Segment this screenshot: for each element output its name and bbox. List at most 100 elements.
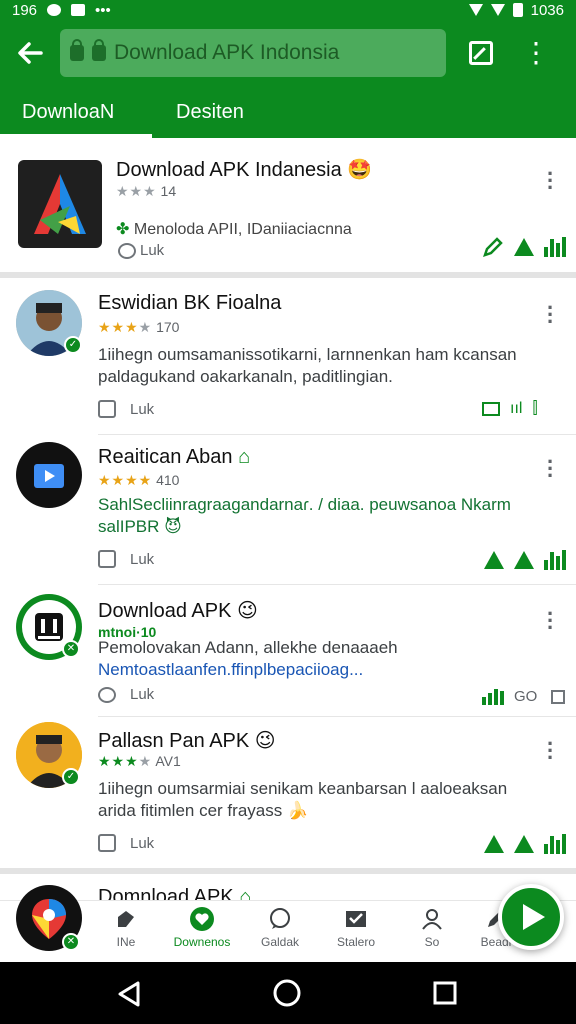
flag-icon[interactable] — [482, 402, 500, 416]
like-label[interactable]: Luk — [130, 835, 154, 852]
app-logo-icon — [34, 174, 86, 234]
featured-card[interactable]: Download APK Indanesia 🤩 ★★★ 14 ✤ Menolo… — [0, 138, 576, 272]
status-time: 196 — [12, 1, 38, 19]
bottom-navigation: ✕ INe Downenos Galdak Stalero So Beadi — [0, 885, 576, 962]
nav-item-store[interactable]: Stalero — [326, 907, 386, 949]
star-rating-icon: ★★★ — [116, 183, 157, 199]
system-home-icon[interactable] — [272, 978, 302, 1008]
item-rating: ★★★★ 170 — [98, 319, 180, 335]
person-icon — [422, 909, 442, 930]
puzzle-icon: ✤ — [116, 221, 130, 238]
count-label: GO — [514, 688, 538, 705]
list-item[interactable]: ✓ Eswidian BK Fioalna ★★★★ 170 1iihegn o… — [0, 278, 576, 434]
item-description: 1iihegn oumsamanissotikarni, larnnenkan … — [98, 345, 517, 386]
item-actions — [484, 834, 566, 854]
nav-item-profile[interactable]: So — [402, 907, 462, 949]
emoji-icon: 😉 — [254, 730, 276, 752]
lock-icon — [70, 39, 84, 61]
verified-badge-icon: ✓ — [62, 768, 80, 786]
system-recents-icon[interactable] — [432, 980, 458, 1006]
thumbs-up-icon[interactable] — [98, 834, 116, 852]
thumbs-up-icon[interactable] — [98, 400, 116, 418]
item-meta: Luk — [98, 400, 154, 418]
nav-item-chat[interactable]: Galdak — [250, 907, 310, 949]
nav-item-downloads[interactable]: Downenos — [172, 907, 232, 949]
item-rating: ★★★★ 410 — [98, 472, 180, 488]
system-navigation-bar — [0, 962, 576, 1024]
bars-icon[interactable]: ⫿ — [532, 400, 537, 418]
item-menu-button[interactable]: ... — [542, 445, 558, 481]
item-meta: Luk — [98, 834, 154, 852]
emoji-icon: 🍌 — [286, 801, 309, 820]
item-menu-button[interactable]: ... — [542, 727, 558, 763]
status-clock: 1036 — [530, 1, 564, 19]
emoji-icon: 🤩 — [347, 159, 373, 181]
verified-badge-icon: ✕ — [62, 933, 80, 951]
tab-bar: DownloaN Desiten — [0, 86, 576, 138]
like-label[interactable]: Luk — [130, 401, 154, 418]
inbox-icon — [346, 911, 366, 927]
featured-meta: Luk — [118, 242, 164, 259]
item-rating: ★★★★ AV1 — [98, 753, 181, 769]
overflow-menu-button[interactable]: ⋮ — [516, 39, 556, 67]
stats-icon[interactable] — [544, 237, 566, 257]
list-item[interactable]: ✕ Download APK 😉 mtnoi·10 Pemolovakan Ad… — [0, 584, 576, 716]
reply-label[interactable]: Luk — [140, 242, 164, 259]
comment-icon[interactable] — [98, 686, 116, 703]
item-description: 1iihegn oumsarmiai senikam keanbarsan l … — [98, 779, 508, 820]
boost-icon[interactable] — [514, 551, 534, 569]
home-icon: ⌂ — [238, 446, 251, 468]
tab-download[interactable]: DownloaN — [0, 86, 152, 138]
edit-button[interactable] — [446, 41, 516, 65]
like-label[interactable]: Luk — [130, 551, 154, 568]
stats-icon[interactable] — [544, 834, 566, 854]
upvote-icon[interactable] — [514, 238, 534, 256]
select-checkbox[interactable] — [551, 689, 566, 704]
item-description-line2: Nemtoastlaanfen.ffinplbepaciioag... — [98, 660, 364, 679]
list-item[interactable]: ✓ Pallasn Pan APK 😉 ★★★★ AV1 1iihegn oum… — [0, 716, 576, 868]
thumbs-up-icon[interactable] — [98, 550, 116, 568]
edit-pencil-icon[interactable] — [482, 236, 504, 258]
chat-bubble-icon — [270, 908, 290, 929]
verified-badge-icon: ✕ — [62, 640, 80, 658]
item-meta: Luk — [98, 686, 154, 703]
stats-icon[interactable] — [544, 550, 566, 570]
address-text: Download APK Indonsia — [114, 41, 340, 64]
featured-menu-button[interactable]: ... — [542, 157, 558, 193]
nav-item-home[interactable]: INe — [96, 907, 156, 949]
verified-badge-icon: ✓ — [64, 336, 82, 354]
item-actions — [484, 550, 566, 570]
star-rating-icon: ★★★ — [98, 753, 139, 769]
featured-subtitle: ✤ Menoloda APII, IDaniiaciacnna — [116, 221, 352, 238]
play-fab-button[interactable] — [498, 884, 564, 950]
featured-rating: ★★★ 14 — [116, 183, 177, 199]
featured-actions — [482, 236, 566, 258]
home-nav-icon — [118, 911, 134, 927]
upvote-icon[interactable] — [484, 835, 504, 853]
play-icon — [523, 904, 545, 930]
tab-design[interactable]: Desiten — [152, 86, 266, 138]
upvote-icon[interactable] — [484, 551, 504, 569]
like-label[interactable]: Luk — [130, 686, 154, 703]
item-menu-button[interactable]: ... — [542, 291, 558, 327]
emoji-icon: 😈 — [164, 517, 182, 536]
list-item[interactable]: Domnload APK ⌂ — [0, 874, 576, 900]
item-title: Download APK 😉 — [98, 600, 258, 622]
app-icon — [18, 160, 102, 248]
item-description: SahlSecliinragraagandarnaɾ. / diaa. peuw… — [98, 495, 511, 536]
boost-icon[interactable] — [514, 835, 534, 853]
star-rating-icon: ★★★ — [98, 319, 139, 335]
comment-icon[interactable] — [118, 242, 136, 259]
address-bar[interactable]: Download APK Indonsia — [60, 29, 446, 77]
reaction-label[interactable]: ııl — [510, 400, 522, 418]
item-actions: GO — [482, 688, 566, 705]
item-actions: ııl ⫿ — [482, 400, 538, 418]
video-play-icon — [34, 464, 64, 488]
app-bar: Download APK Indonsia ⋮ — [0, 20, 576, 86]
item-title: Pallasn Pan APK 😉 — [98, 730, 276, 752]
system-back-icon[interactable] — [116, 980, 142, 1008]
back-button[interactable] — [0, 20, 60, 86]
item-menu-button[interactable]: ... — [542, 597, 558, 633]
list-item[interactable]: Reaitican Aban ⌂ ★★★★ 410 SahlSecliinrag… — [0, 434, 576, 584]
download-icon — [71, 4, 86, 16]
